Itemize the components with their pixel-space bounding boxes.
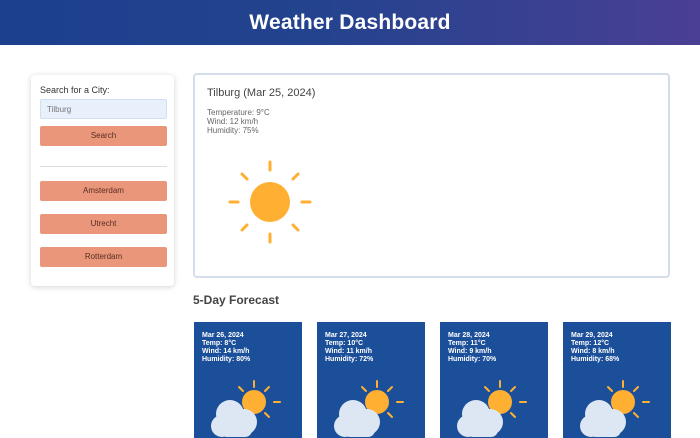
forecast-temp: Temp: 8°C [202, 340, 237, 347]
forecast-card: Mar 26, 2024 Temp: 8°C Wind: 14 km/h Hum… [194, 322, 302, 438]
forecast-date: Mar 26, 2024 [202, 332, 244, 339]
current-city-date: Tilburg (Mar 25, 2024) [207, 87, 316, 99]
forecast-humidity: Humidity: 70% [448, 356, 497, 363]
current-wind: Wind: 12 km/h [207, 117, 259, 126]
history-button-rotterdam[interactable]: Rotterdam [40, 247, 167, 267]
current-stats: Temperature: 9°C Wind: 12 km/h Humidity:… [207, 108, 656, 135]
forecast-temp: Temp: 10°C [325, 340, 364, 347]
forecast-temp: Temp: 12°C [571, 340, 610, 347]
forecast-date: Mar 28, 2024 [448, 332, 490, 339]
forecast-humidity: Humidity: 72% [325, 356, 374, 363]
history-divider [40, 166, 167, 167]
forecast-card: Mar 27, 2024 Temp: 10°C Wind: 11 km/h Hu… [317, 322, 425, 438]
forecast-card: Mar 29, 2024 Temp: 12°C Wind: 8 km/h Hum… [563, 322, 671, 438]
app-header: Weather Dashboard [0, 0, 700, 45]
forecast-date: Mar 29, 2024 [571, 332, 613, 339]
partly-cloudy-icon [457, 380, 527, 437]
page-title: Weather Dashboard [249, 10, 451, 34]
sun-icon [228, 160, 312, 244]
partly-cloudy-icon [211, 380, 281, 437]
forecast-wind: Wind: 8 km/h [571, 348, 615, 355]
current-weather-panel: Tilburg (Mar 25, 2024) Temperature: 9°C … [193, 73, 670, 278]
partly-cloudy-icon [334, 380, 404, 437]
search-panel: Search for a City: Search Amsterdam Utre… [31, 75, 174, 286]
forecast-date: Mar 27, 2024 [325, 332, 367, 339]
history-button-utrecht[interactable]: Utrecht [40, 214, 167, 234]
search-label: Search for a City: [40, 85, 110, 95]
current-humidity: Humidity: 75% [207, 126, 259, 135]
current-temperature: Temperature: 9°C [207, 108, 270, 117]
partly-cloudy-icon [580, 380, 650, 437]
forecast-wind: Wind: 9 km/h [448, 348, 492, 355]
forecast-humidity: Humidity: 68% [571, 356, 620, 363]
forecast-humidity: Humidity: 80% [202, 356, 251, 363]
forecast-title: 5-Day Forecast [193, 293, 280, 307]
forecast-temp: Temp: 11°C [448, 340, 486, 347]
forecast-wind: Wind: 11 km/h [325, 348, 373, 355]
history-button-amsterdam[interactable]: Amsterdam [40, 181, 167, 201]
search-button[interactable]: Search [40, 126, 167, 146]
forecast-card: Mar 28, 2024 Temp: 11°C Wind: 9 km/h Hum… [440, 322, 548, 438]
city-search-input[interactable] [40, 99, 167, 119]
forecast-wind: Wind: 14 km/h [202, 348, 250, 355]
